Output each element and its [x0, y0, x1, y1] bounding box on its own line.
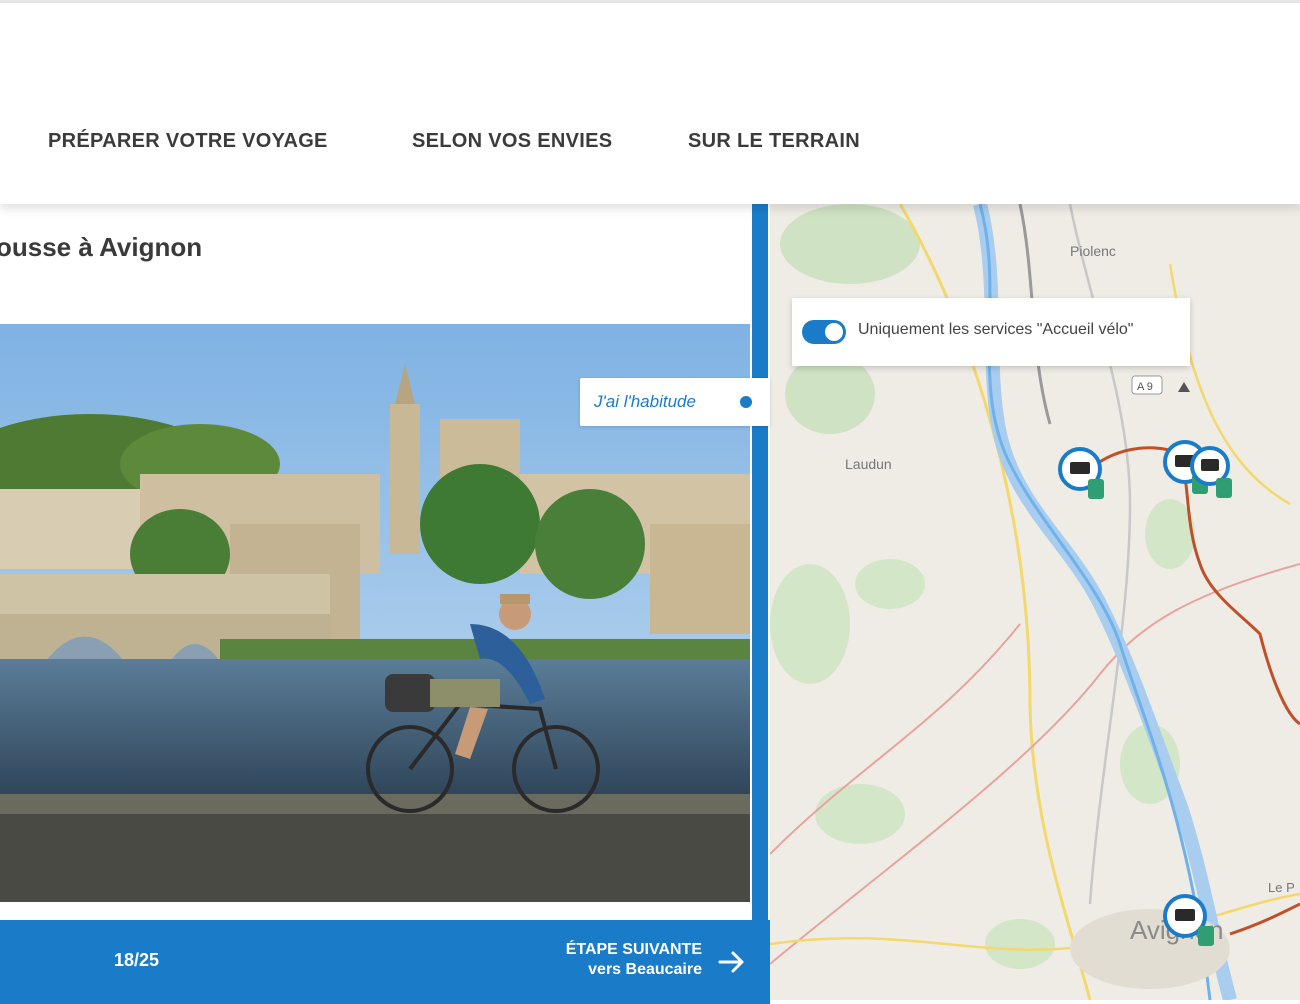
stage-counter: 18/25 — [114, 950, 160, 970]
stage-title: ousse à Avignon — [0, 232, 203, 262]
map-label-a9: A 9 — [1137, 381, 1153, 393]
nav-item-sur-le-terrain[interactable]: SUR LE TERRAIN — [688, 130, 860, 153]
panel-accent-stripe — [752, 204, 768, 1000]
experience-mode-toggle[interactable]: J'ai l'habitude — [580, 378, 770, 426]
site-header — [0, 0, 1300, 84]
stage-pagination-bar: 18/25 ÉTAPE SUIVANTE vers Beaucaire — [0, 920, 770, 1004]
next-stage-link[interactable]: ÉTAPE SUIVANTE vers Beaucaire — [566, 940, 702, 980]
map-filter-panel: Uniquement les services "Accueil vélo" — [792, 298, 1190, 366]
nav-item-selon-vos-envies[interactable]: SELON VOS ENVIES — [412, 130, 612, 153]
toggle-knob — [825, 323, 843, 341]
experience-mode-label: J'ai l'habitude — [594, 392, 696, 411]
map-label-le-p: Le P — [1268, 880, 1295, 895]
map-label-laudun: Laudun — [845, 456, 892, 472]
accueil-velo-toggle[interactable] — [802, 320, 846, 344]
toggle-dot-icon — [740, 396, 752, 408]
accueil-velo-filter-label: Uniquement les services "Accueil vélo" — [858, 321, 1134, 338]
main-navigation: PRÉPARER VOTRE VOYAGE SELON VOS ENVIES S… — [0, 84, 1300, 204]
next-stage-destination: vers Beaucaire — [588, 961, 702, 978]
arrow-right-icon[interactable] — [716, 946, 748, 978]
map-label-piolenc: Piolenc — [1070, 243, 1116, 259]
nav-item-preparer-votre-voyage[interactable]: PRÉPARER VOTRE VOYAGE — [48, 130, 328, 153]
next-stage-label: ÉTAPE SUIVANTE — [565, 941, 702, 958]
stage-panel: ousse à Avignon J'ai l'habitude 18/25 ÉT… — [0, 204, 770, 1004]
